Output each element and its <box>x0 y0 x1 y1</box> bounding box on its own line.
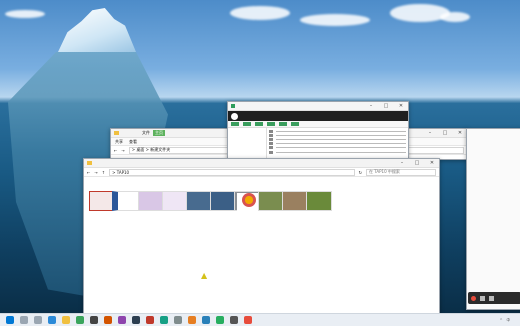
address-bar: ← → ↑ > TAP10 ↻ 在 TAP10 中搜索 <box>84 168 439 177</box>
address-text: > TAP10 <box>112 169 130 175</box>
record-icon[interactable] <box>471 295 476 301</box>
maximize-button[interactable]: □ <box>382 103 390 109</box>
explorer-window-main[interactable]: – □ ✕ ← → ↑ > TAP10 ↻ 在 TAP10 中搜索 ▲ <box>83 158 440 313</box>
title-bar: – □ ✕ <box>84 159 439 168</box>
app-icon[interactable] <box>188 316 196 324</box>
app-icon[interactable] <box>160 316 168 324</box>
list-row[interactable] <box>267 150 408 154</box>
app-icon <box>231 104 235 108</box>
folder-icon <box>114 131 119 135</box>
up-arrow-icon[interactable]: ↑ <box>102 170 105 175</box>
app-icon[interactable] <box>146 316 154 324</box>
system-tray: ^ 中 <box>500 318 520 323</box>
file-thumbnail <box>306 191 332 211</box>
chevron-up-icon[interactable]: ^ <box>500 318 503 322</box>
edge-icon[interactable] <box>48 316 56 324</box>
app-icon[interactable] <box>230 316 238 324</box>
cloud <box>230 6 290 20</box>
floating-toolbar <box>468 292 520 304</box>
file-area: ▲ <box>84 177 439 313</box>
desktop-wallpaper: 文件 主页 – □ ✕ 共享 查看 ← → > 桌面 > 新建文件夹 – □ ✕ <box>0 0 520 313</box>
window-controls: – □ ✕ <box>367 103 405 109</box>
folder-icon[interactable] <box>62 316 70 324</box>
toolbar-button[interactable] <box>279 122 287 126</box>
minimize-button[interactable]: – <box>426 130 434 136</box>
app-icon[interactable] <box>216 316 224 324</box>
cursor-icon: ▲ <box>201 271 208 280</box>
back-arrow-icon[interactable]: ← <box>87 170 90 175</box>
cloud <box>440 12 470 22</box>
app-icon[interactable] <box>174 316 182 324</box>
app-icon[interactable] <box>244 316 252 324</box>
search-placeholder: 在 TAP10 中搜索 <box>369 169 400 174</box>
dialog-title-bar: – □ ✕ <box>228 102 408 111</box>
dialog-toolbar <box>228 121 408 128</box>
file-item[interactable] <box>304 191 334 212</box>
toolbar-button[interactable] <box>243 122 251 126</box>
minimize-button[interactable]: – <box>398 160 406 166</box>
dialog-body <box>228 128 408 160</box>
dialog-tree <box>228 128 267 160</box>
toolbar-button[interactable] <box>267 122 275 126</box>
app-icon[interactable] <box>118 316 126 324</box>
close-button[interactable]: ✕ <box>397 103 405 109</box>
app-icon[interactable] <box>104 316 112 324</box>
ribbon-tab[interactable]: 文件 <box>142 130 150 136</box>
cloud <box>5 10 45 18</box>
dialog-file-list <box>267 128 408 160</box>
forward-arrow-icon[interactable]: → <box>121 148 124 153</box>
iceberg-top <box>58 8 136 52</box>
input-language[interactable]: 中 <box>507 318 511 323</box>
close-button[interactable]: ✕ <box>428 160 436 166</box>
dialog-header <box>228 111 408 121</box>
search-input[interactable]: 在 TAP10 中搜索 <box>366 168 436 176</box>
minimize-button[interactable]: – <box>367 103 375 109</box>
tool-icon[interactable] <box>489 295 494 301</box>
toolbar-button[interactable] <box>255 122 263 126</box>
taskbar: ^ 中 <box>0 313 520 326</box>
cloud <box>300 14 370 26</box>
side-window[interactable] <box>466 128 520 310</box>
ribbon-tab[interactable]: 查看 <box>129 139 137 145</box>
close-button[interactable]: ✕ <box>456 130 464 136</box>
folder-icon <box>87 161 92 165</box>
task-view-icon[interactable] <box>34 316 42 324</box>
app-icon[interactable] <box>132 316 140 324</box>
refresh-icon[interactable]: ↻ <box>359 170 362 175</box>
forward-arrow-icon[interactable]: → <box>94 170 97 175</box>
window-controls: – □ ✕ <box>398 160 436 166</box>
ribbon-tab[interactable]: 主页 <box>153 130 165 136</box>
window-controls: – □ ✕ <box>426 130 464 136</box>
recycle-icon <box>231 112 238 120</box>
toolbar-button[interactable] <box>231 122 239 126</box>
address-field[interactable]: > TAP10 <box>109 168 355 176</box>
manager-dialog[interactable]: – □ ✕ <box>227 101 409 161</box>
app-icon[interactable] <box>76 316 84 324</box>
app-icon[interactable] <box>202 316 210 324</box>
windows-icon[interactable] <box>6 316 14 324</box>
tool-icon[interactable] <box>480 295 485 301</box>
maximize-button[interactable]: □ <box>413 160 421 166</box>
back-arrow-icon[interactable]: ← <box>114 148 117 153</box>
ribbon-tab[interactable]: 共享 <box>115 139 123 145</box>
search-icon[interactable] <box>20 316 28 324</box>
maximize-button[interactable]: □ <box>441 130 449 136</box>
app-icon[interactable] <box>90 316 98 324</box>
address-text: > 桌面 > 新建文件夹 <box>131 147 171 152</box>
toolbar-button[interactable] <box>291 122 299 126</box>
